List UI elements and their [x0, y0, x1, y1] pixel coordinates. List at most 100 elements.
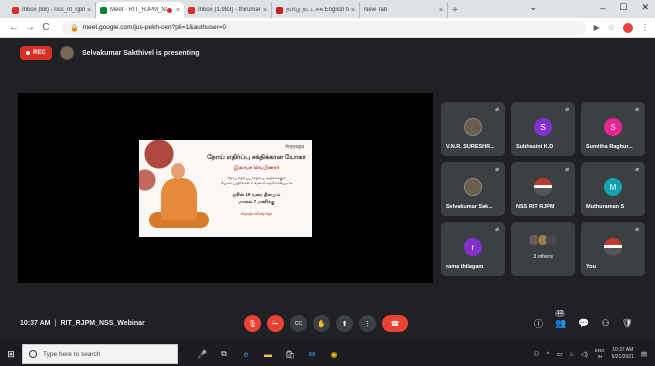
raise-hand-button[interactable]: ✋: [313, 315, 330, 332]
browser-tab-strip: Inbox (88) - nss_rit_rjpm@rit...×Meet - …: [0, 0, 655, 18]
chrome-icon[interactable]: ◉: [328, 348, 340, 360]
new-tab-button[interactable]: +: [452, 5, 458, 16]
camera-toggle-button[interactable]: ⛔: [267, 315, 284, 332]
participant-avatar: [534, 178, 552, 196]
participant-tile[interactable]: ⌀ V.N.R. SURESHR...: [441, 102, 505, 156]
tray-chevron-icon[interactable]: ^: [547, 351, 550, 358]
profile-avatar[interactable]: [623, 22, 633, 33]
microphone-icon[interactable]: 🎤: [196, 348, 208, 360]
minimize-button[interactable]: –: [600, 3, 605, 13]
browser-tab[interactable]: Inbox (1,983) - thirumaran...×: [184, 2, 272, 18]
tab-favicon-icon: [188, 6, 195, 14]
windows-start-icon[interactable]: ⊞: [0, 349, 22, 360]
people-tray-icon[interactable]: ⚇: [534, 350, 540, 358]
tab-list: Inbox (88) - nss_rit_rjpm@rit...×Meet - …: [8, 2, 448, 18]
file-explorer-icon[interactable]: ▬: [262, 348, 274, 360]
browser-tab[interactable]: Inbox (88) - nss_rit_rjpm@rit...×: [8, 2, 96, 18]
tab-title: Inbox (88) - nss_rit_rjpm@rit...: [22, 7, 85, 13]
presenter-text: Selvakumar Sakthivel is presenting: [82, 49, 200, 57]
participant-avatar: [464, 118, 482, 136]
task-view-icon[interactable]: ⧉: [218, 348, 230, 360]
participant-tile[interactable]: ⌀ You: [581, 222, 645, 276]
tab-favicon-icon: [276, 6, 283, 14]
more-options-button[interactable]: ⋮: [359, 315, 376, 332]
presenter-avatar: [60, 46, 74, 60]
close-window-button[interactable]: ✕: [641, 2, 649, 13]
others-avatar-stack: [528, 234, 558, 246]
battery-icon[interactable]: ▭: [557, 350, 563, 358]
participant-tile[interactable]: ⌀ S Sumitha Raghur...: [581, 102, 645, 156]
call-controls: 🎙 ⛔ CC ✋ ⬆ ⋮ ☎: [244, 315, 408, 332]
system-tray: ⚇ ^ ▭ ⌂ ◁) ENG IN 10:37 AM 6/21/2021 ▤: [534, 342, 647, 366]
reload-button[interactable]: C: [38, 22, 54, 33]
window-controls: ⌄ – ☐ ✕: [529, 2, 649, 13]
activities-icon[interactable]: ⚇: [601, 318, 609, 329]
captions-icon: CC: [294, 320, 303, 327]
participant-tile[interactable]: ⌀ r rama thilagam: [441, 222, 505, 276]
region-code: IN: [597, 354, 602, 359]
tab-close-icon[interactable]: ×: [439, 7, 443, 14]
taskbar-date: 6/21/2021: [611, 354, 634, 360]
volume-icon[interactable]: ◁): [581, 350, 588, 358]
slide-link: tinyyoga.in/DailyYoga: [240, 212, 273, 216]
meeting-details-icon[interactable]: ⓘ: [534, 317, 543, 330]
tab-search-button[interactable]: ⌄: [529, 2, 537, 13]
participant-tile[interactable]: ⌀ NSS RIT RJPM: [511, 162, 575, 216]
presenter-banner: Selvakumar Sakthivel is presenting: [60, 44, 200, 62]
participant-tile[interactable]: ⌀ S Subhasini K.D: [511, 102, 575, 156]
participant-tile[interactable]: ⌀ Selvakumar Sak...: [441, 162, 505, 216]
present-icon: ⬆: [341, 320, 348, 328]
browser-tab[interactable]: Meet - RIT_RJPM_NSS_W... ×: [96, 2, 184, 18]
participant-name: rama thilagam: [446, 264, 484, 270]
browser-tab[interactable]: தமிழ் தட்டச்சு English to ...×: [272, 2, 360, 18]
raise-hand-icon: ✋: [317, 320, 326, 328]
search-circle-icon: [29, 350, 37, 358]
end-call-button[interactable]: ☎: [382, 315, 408, 332]
taskbar-time: 10:37 AM: [612, 347, 634, 353]
taskbar-search-box[interactable]: Type here to search: [22, 344, 178, 364]
mail-icon[interactable]: ✉: [306, 348, 318, 360]
meeting-side-controls: ⓘ 12 👥 💬 ⚇ 🛡: [534, 310, 633, 330]
tab-close-icon[interactable]: ×: [263, 7, 267, 14]
camera-off-icon: ⛔: [271, 320, 280, 328]
slide-text-2: யோகா பயிற்சிகள் உங்களை ஆரோக்கியமாக: [220, 181, 293, 185]
participant-count-badge: 12: [555, 310, 566, 317]
participant-tile[interactable]: 3 others: [511, 222, 575, 276]
lock-icon: 🔒: [70, 24, 79, 32]
browser-toolbar: ← → C 🔒 meet.google.com/jus-pekh-cen?pli…: [0, 18, 655, 38]
edge-browser-icon[interactable]: e: [240, 348, 252, 360]
participant-name: NSS RIT RJPM: [516, 204, 555, 210]
forward-button[interactable]: →: [22, 22, 38, 33]
captions-button[interactable]: CC: [290, 315, 307, 332]
muted-mic-icon: ⌀: [635, 107, 639, 113]
store-icon[interactable]: 🛍: [284, 348, 296, 360]
participant-name: 3 others: [533, 254, 553, 260]
tab-close-icon[interactable]: ×: [351, 7, 355, 14]
tab-close-icon[interactable]: ×: [87, 7, 91, 14]
recording-badge: REC: [20, 46, 52, 60]
taskbar-apps: 🎤 ⧉ e ▬ 🛍 ✉ ◉: [196, 348, 340, 360]
notifications-icon[interactable]: ▤: [641, 350, 647, 358]
maximize-button[interactable]: ☐: [619, 2, 627, 13]
participant-tile[interactable]: ⌀ M Muthuraman S: [581, 162, 645, 216]
presentation-stage[interactable]: tinyyoga நோய் எதிர்ப்பு சக்திக்கான யோகா …: [18, 93, 433, 283]
tab-close-icon[interactable]: ×: [176, 7, 180, 14]
network-icon[interactable]: ⌂: [570, 351, 574, 358]
bookmark-star-icon[interactable]: ☆: [608, 23, 615, 32]
host-controls-icon[interactable]: 🛡: [622, 318, 633, 329]
browser-tab[interactable]: New Tab ×: [360, 2, 448, 18]
address-bar[interactable]: 🔒 meet.google.com/jus-pekh-cen?pli=1&aut…: [62, 20, 586, 35]
shared-slide: tinyyoga நோய் எதிர்ப்பு சக்திக்கான யோகா …: [139, 140, 312, 237]
language-indicator[interactable]: ENG IN: [595, 348, 605, 360]
meeting-name: RIT_RJPM_NSS_Webinar: [60, 320, 145, 327]
back-button[interactable]: ←: [6, 22, 22, 33]
taskbar-clock[interactable]: 10:37 AM 6/21/2021: [612, 347, 634, 361]
mic-toggle-button[interactable]: 🎙: [244, 315, 261, 332]
people-button[interactable]: 12 👥: [555, 310, 566, 329]
meeting-info: 10:37 AM | RIT_RJPM_NSS_Webinar: [20, 320, 145, 327]
browser-menu-icon[interactable]: ⋮: [641, 23, 649, 32]
chat-icon[interactable]: 💬: [578, 318, 589, 329]
participant-name: Muthuraman S: [586, 204, 625, 210]
camera-indicator-icon[interactable]: ▶: [594, 23, 600, 32]
present-button[interactable]: ⬆: [336, 315, 353, 332]
